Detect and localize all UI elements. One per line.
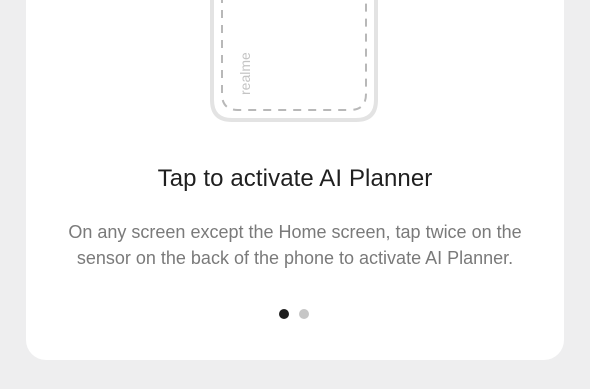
page-dot-active[interactable] (279, 309, 289, 319)
page-indicator (279, 309, 309, 319)
brand-label: realme (237, 52, 253, 95)
page-dot-inactive[interactable] (299, 309, 309, 319)
page-title: Tap to activate AI Planner (157, 165, 433, 192)
page-description: On any screen except the Home screen, ta… (68, 222, 522, 268)
phone-back-icon: realme (210, 0, 378, 122)
